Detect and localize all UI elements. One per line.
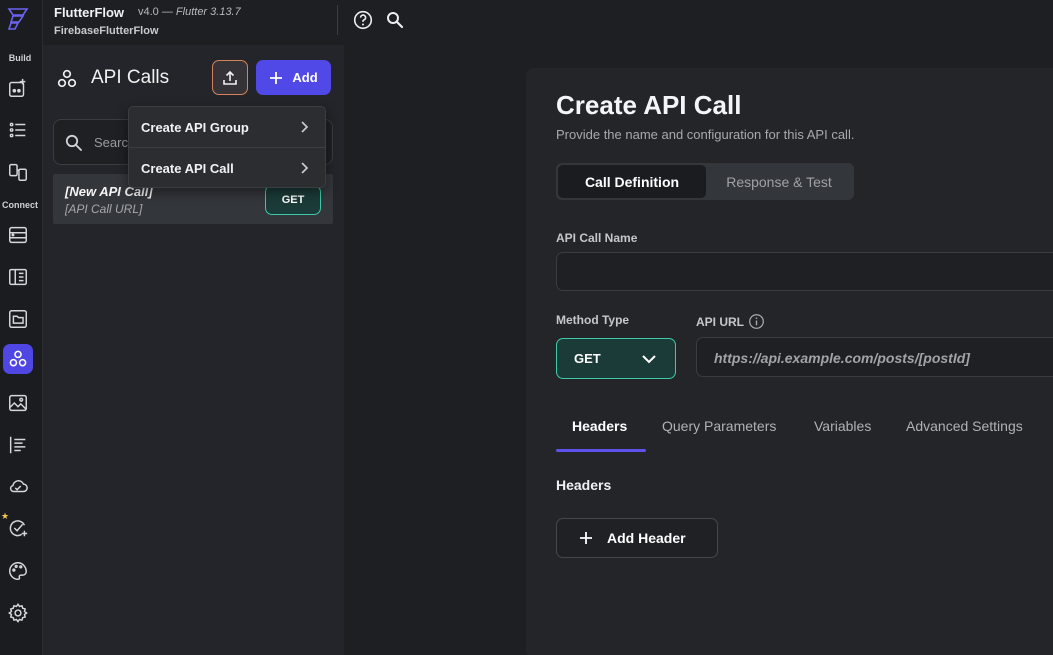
add-dropdown-menu: Create API Group Create API Call	[128, 106, 326, 188]
app-name: FlutterFlow	[54, 5, 125, 20]
search-icon	[65, 134, 82, 151]
api-url-input[interactable]: https://api.example.com/posts/[postId]	[696, 337, 1053, 377]
plus-icon	[580, 532, 592, 544]
plus-icon	[270, 71, 283, 84]
add-widget-icon[interactable]	[3, 73, 33, 103]
add-header-button[interactable]: Add Header	[556, 518, 718, 558]
tab-response-test[interactable]: Response & Test	[706, 165, 852, 198]
page-title: Create API Call	[556, 90, 742, 120]
database-icon[interactable]	[3, 220, 33, 250]
palette-icon[interactable]	[3, 556, 33, 586]
chevron-right-icon	[301, 121, 309, 133]
menu-item-label: Create API Group	[141, 120, 249, 135]
add-header-label: Add Header	[607, 530, 686, 546]
top-bar-divider	[337, 5, 338, 35]
flutterflow-logo-icon[interactable]	[5, 6, 31, 32]
media-icon[interactable]	[3, 388, 33, 418]
info-icon[interactable]	[748, 313, 765, 330]
tab-query-parameters[interactable]: Query Parameters	[662, 418, 776, 434]
menu-item-label: Create API Call	[141, 161, 234, 176]
agent-check-icon[interactable]	[3, 513, 33, 543]
version-separator: —	[161, 6, 173, 18]
connect-section-label: Connect	[2, 200, 38, 210]
active-tab-indicator	[556, 449, 646, 452]
flutter-version: Flutter 3.13.7	[175, 6, 241, 18]
panel-title: API Calls	[91, 67, 170, 88]
theme-text-icon[interactable]	[3, 430, 33, 460]
build-section-label: Build	[8, 53, 32, 63]
help-icon[interactable]	[353, 10, 373, 30]
headers-section-label: Headers	[556, 477, 612, 493]
search-icon[interactable]	[385, 10, 405, 30]
table-icon[interactable]	[3, 262, 33, 292]
page-subtitle: Provide the name and configuration for t…	[556, 127, 855, 142]
api-calls-icon	[57, 69, 77, 88]
method-type-value: GET	[574, 351, 601, 366]
add-button-label: Add	[292, 70, 318, 85]
top-bar: FlutterFlow v4.0 — Flutter 3.13.7 Fireba…	[43, 0, 1053, 45]
upload-icon	[223, 70, 237, 85]
app-root: Build Connect ★ FlutterFlow v4.0 — Flutt…	[0, 0, 1053, 655]
upload-button[interactable]	[212, 60, 248, 95]
settings-icon[interactable]	[3, 598, 33, 628]
tab-call-definition[interactable]: Call Definition	[558, 165, 706, 198]
cloud-icon[interactable]	[3, 471, 33, 501]
chevron-down-icon	[642, 355, 656, 364]
nav-rail: Build Connect ★	[0, 0, 43, 655]
tab-advanced-settings[interactable]: Advanced Settings	[906, 418, 1023, 434]
list-icon[interactable]	[3, 115, 33, 145]
storyboard-icon[interactable]	[3, 157, 33, 187]
api-icon[interactable]	[3, 344, 33, 374]
definition-segmented-control: Call Definition Response & Test	[556, 163, 854, 200]
menu-item-create-api-call[interactable]: Create API Call	[129, 148, 325, 188]
api-url-placeholder: https://api.example.com/posts/[postId]	[714, 350, 970, 366]
method-type-dropdown[interactable]: GET	[556, 338, 676, 379]
method-type-label: Method Type	[556, 313, 630, 327]
api-call-name-input[interactable]	[556, 252, 1053, 291]
app-version: v4.0	[138, 6, 159, 18]
api-url-label: API URL	[696, 315, 744, 329]
version-info: v4.0 — Flutter 3.13.7	[138, 6, 241, 18]
method-badge: GET	[265, 185, 321, 215]
api-call-url: [API Call URL]	[65, 202, 143, 216]
menu-item-create-api-group[interactable]: Create API Group	[129, 107, 325, 147]
add-button[interactable]: Add	[256, 60, 331, 95]
api-call-name-label: API Call Name	[556, 231, 638, 245]
tab-variables[interactable]: Variables	[814, 418, 871, 434]
chevron-right-icon	[301, 162, 309, 174]
folder-icon[interactable]	[3, 304, 33, 334]
project-name[interactable]: FirebaseFlutterFlow	[54, 25, 159, 37]
tab-headers[interactable]: Headers	[572, 418, 627, 434]
